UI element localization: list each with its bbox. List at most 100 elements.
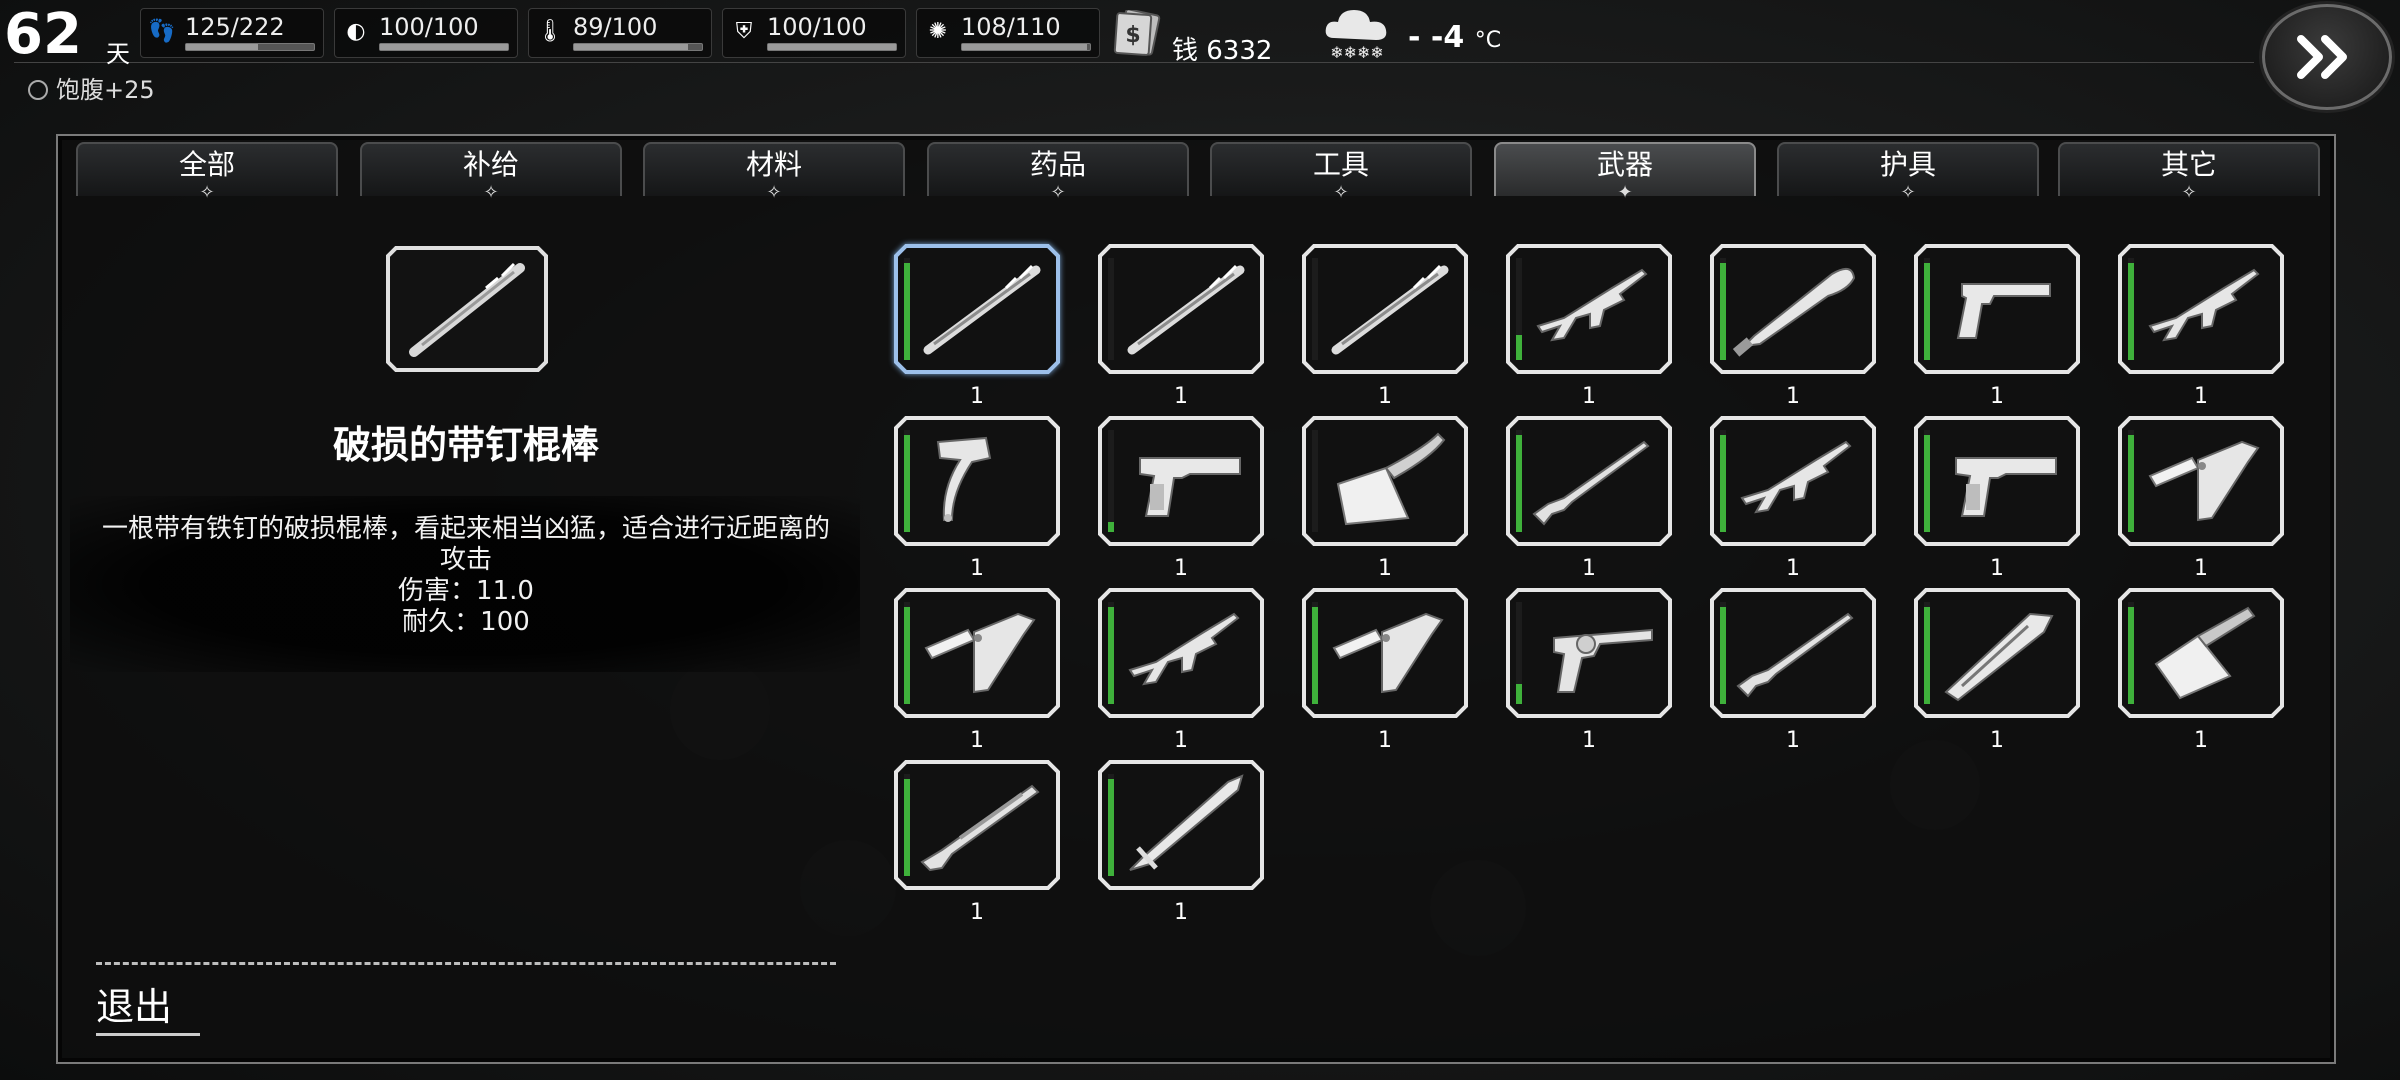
tab-all[interactable]: 全部 ✧: [76, 142, 338, 202]
inventory-slot[interactable]: 1: [1096, 414, 1266, 581]
category-tabs: 全部 ✧ 补给 ✧ 材料 ✧ 药品 ✧ 工具 ✧ 武器 ✦ 护具 ✧ 其它 ✧: [76, 142, 2320, 202]
inventory-slot[interactable]: 1: [2116, 414, 2286, 581]
inventory-slot[interactable]: 1: [1912, 242, 2082, 409]
inventory-slot[interactable]: 1: [1504, 242, 1674, 409]
durability-bar: [904, 258, 910, 360]
inventory-slot[interactable]: 1: [892, 242, 1062, 409]
assault-rifle-icon: [1740, 440, 1852, 514]
item-quantity: 1: [1990, 384, 2004, 409]
inventory-slot[interactable]: 1: [1096, 242, 1266, 409]
sparkle-icon: ✧: [1900, 182, 1916, 203]
item-quantity: 1: [2194, 728, 2208, 753]
durability-bar: [1516, 430, 1522, 532]
folding-knife-icon: [1332, 612, 1444, 694]
inventory-slot[interactable]: 1: [1912, 586, 2082, 753]
inventory-slot[interactable]: 1: [892, 758, 1062, 925]
utility-knife-icon: [1944, 612, 2054, 702]
tab-other[interactable]: 其它 ✧: [2058, 142, 2320, 202]
day-unit-label: 天: [106, 40, 130, 68]
durability-bar: [2128, 602, 2134, 704]
tab-weapons[interactable]: 武器 ✦: [1494, 142, 1756, 202]
item-durability: 耐久：100: [402, 607, 530, 637]
inventory-slot[interactable]: 1: [1300, 414, 1470, 581]
stat-bar: [185, 43, 315, 51]
item-quantity: 1: [970, 556, 984, 581]
durability-bar: [1108, 774, 1114, 876]
item-quantity: 1: [1786, 556, 1800, 581]
hatchet-icon: [936, 436, 992, 522]
rifle-icon: [1736, 612, 1854, 698]
long-sword-icon: [1129, 774, 1244, 871]
durability-bar: [1720, 602, 1726, 704]
stat-value: 100/100: [767, 13, 867, 41]
sparkle-icon: ✧: [483, 182, 499, 203]
item-quantity: 1: [1174, 728, 1188, 753]
inventory-slot[interactable]: 1: [892, 586, 1062, 753]
sparkle-icon: ✧: [1050, 182, 1066, 203]
temperature-display: - -4 °C: [1408, 20, 1501, 55]
sparkle-icon: ✧: [766, 182, 782, 203]
durability-bar: [1312, 258, 1318, 360]
snow-cloud-icon: ❄❄❄❄: [1325, 10, 1387, 62]
stat-value: 125/222: [185, 13, 285, 41]
durability-bar: [1720, 430, 1726, 532]
tab-label: 补给: [462, 148, 519, 181]
exit-button[interactable]: 退出: [96, 976, 200, 1036]
durability-bar: [904, 602, 910, 704]
inventory-slot[interactable]: 1: [2116, 242, 2286, 409]
inventory-slot[interactable]: 1: [1096, 758, 1266, 925]
spiked-club-icon: [1331, 264, 1449, 355]
day-counter: 62: [4, 2, 82, 67]
inventory-slot[interactable]: 1: [892, 414, 1062, 581]
tab-supplies[interactable]: 补给 ✧: [360, 142, 622, 202]
inventory-slot[interactable]: 1: [1912, 414, 2082, 581]
item-quantity: 1: [970, 384, 984, 409]
pistol-icon: [1139, 457, 1241, 517]
money-display: 钱 6332: [1172, 36, 1273, 66]
durability-bar: [1516, 258, 1522, 360]
durability-bar: [2128, 258, 2134, 360]
tab-tools[interactable]: 工具 ✧: [1210, 142, 1472, 202]
temperature-unit: °C: [1474, 28, 1502, 53]
tab-medicine[interactable]: 药品 ✧: [927, 142, 1189, 202]
rifle-icon: [1532, 440, 1650, 526]
temperature-value: - -4: [1408, 20, 1465, 55]
durability-bar: [1108, 430, 1114, 532]
pistol-icon: [1955, 457, 2057, 517]
fast-forward-button[interactable]: [2262, 4, 2392, 110]
health-shield-icon: ⛨: [735, 19, 753, 44]
revolver-icon: [1553, 628, 1653, 693]
inventory-slot[interactable]: 1: [1300, 242, 1470, 409]
assault-rifle-icon: [2148, 268, 2260, 342]
inventory-slot[interactable]: 1: [2116, 586, 2286, 753]
durability-bar: [904, 430, 910, 532]
inventory-slot[interactable]: 1: [1708, 414, 1878, 581]
inventory-slot[interactable]: 1: [1096, 586, 1266, 753]
selected-item-preview: [386, 246, 548, 372]
stat-stamina: 👣 125/222: [140, 8, 324, 58]
tab-label: 护具: [1879, 148, 1936, 181]
tab-materials[interactable]: 材料 ✧: [643, 142, 905, 202]
inventory-slot[interactable]: 1: [1708, 586, 1878, 753]
stomach-icon: ◐: [346, 19, 366, 44]
item-quantity: 1: [1174, 900, 1188, 925]
brain-icon: ✺: [928, 19, 948, 44]
tab-label: 材料: [745, 148, 802, 181]
item-quantity: 1: [1990, 556, 2004, 581]
inventory-slot[interactable]: 1: [1504, 586, 1674, 753]
durability-bar: [1108, 602, 1114, 704]
item-quantity: 1: [1990, 728, 2004, 753]
machete-icon: [1732, 267, 1856, 357]
sparkle-icon: ✦: [1617, 182, 1633, 203]
durability-bar: [1312, 602, 1318, 704]
money-icon: $: [1113, 10, 1161, 56]
inventory-slot[interactable]: 1: [1300, 586, 1470, 753]
item-damage: 伤害：11.0: [398, 576, 534, 606]
tab-label: 药品: [1029, 148, 1086, 181]
stat-bar: [379, 43, 509, 51]
stat-value: 108/110: [961, 13, 1061, 41]
inventory-slot[interactable]: 1: [1504, 414, 1674, 581]
tab-armor[interactable]: 护具 ✧: [1777, 142, 2039, 202]
inventory-slot[interactable]: 1: [1708, 242, 1878, 409]
status-effect: 饱腹+25: [28, 70, 155, 105]
